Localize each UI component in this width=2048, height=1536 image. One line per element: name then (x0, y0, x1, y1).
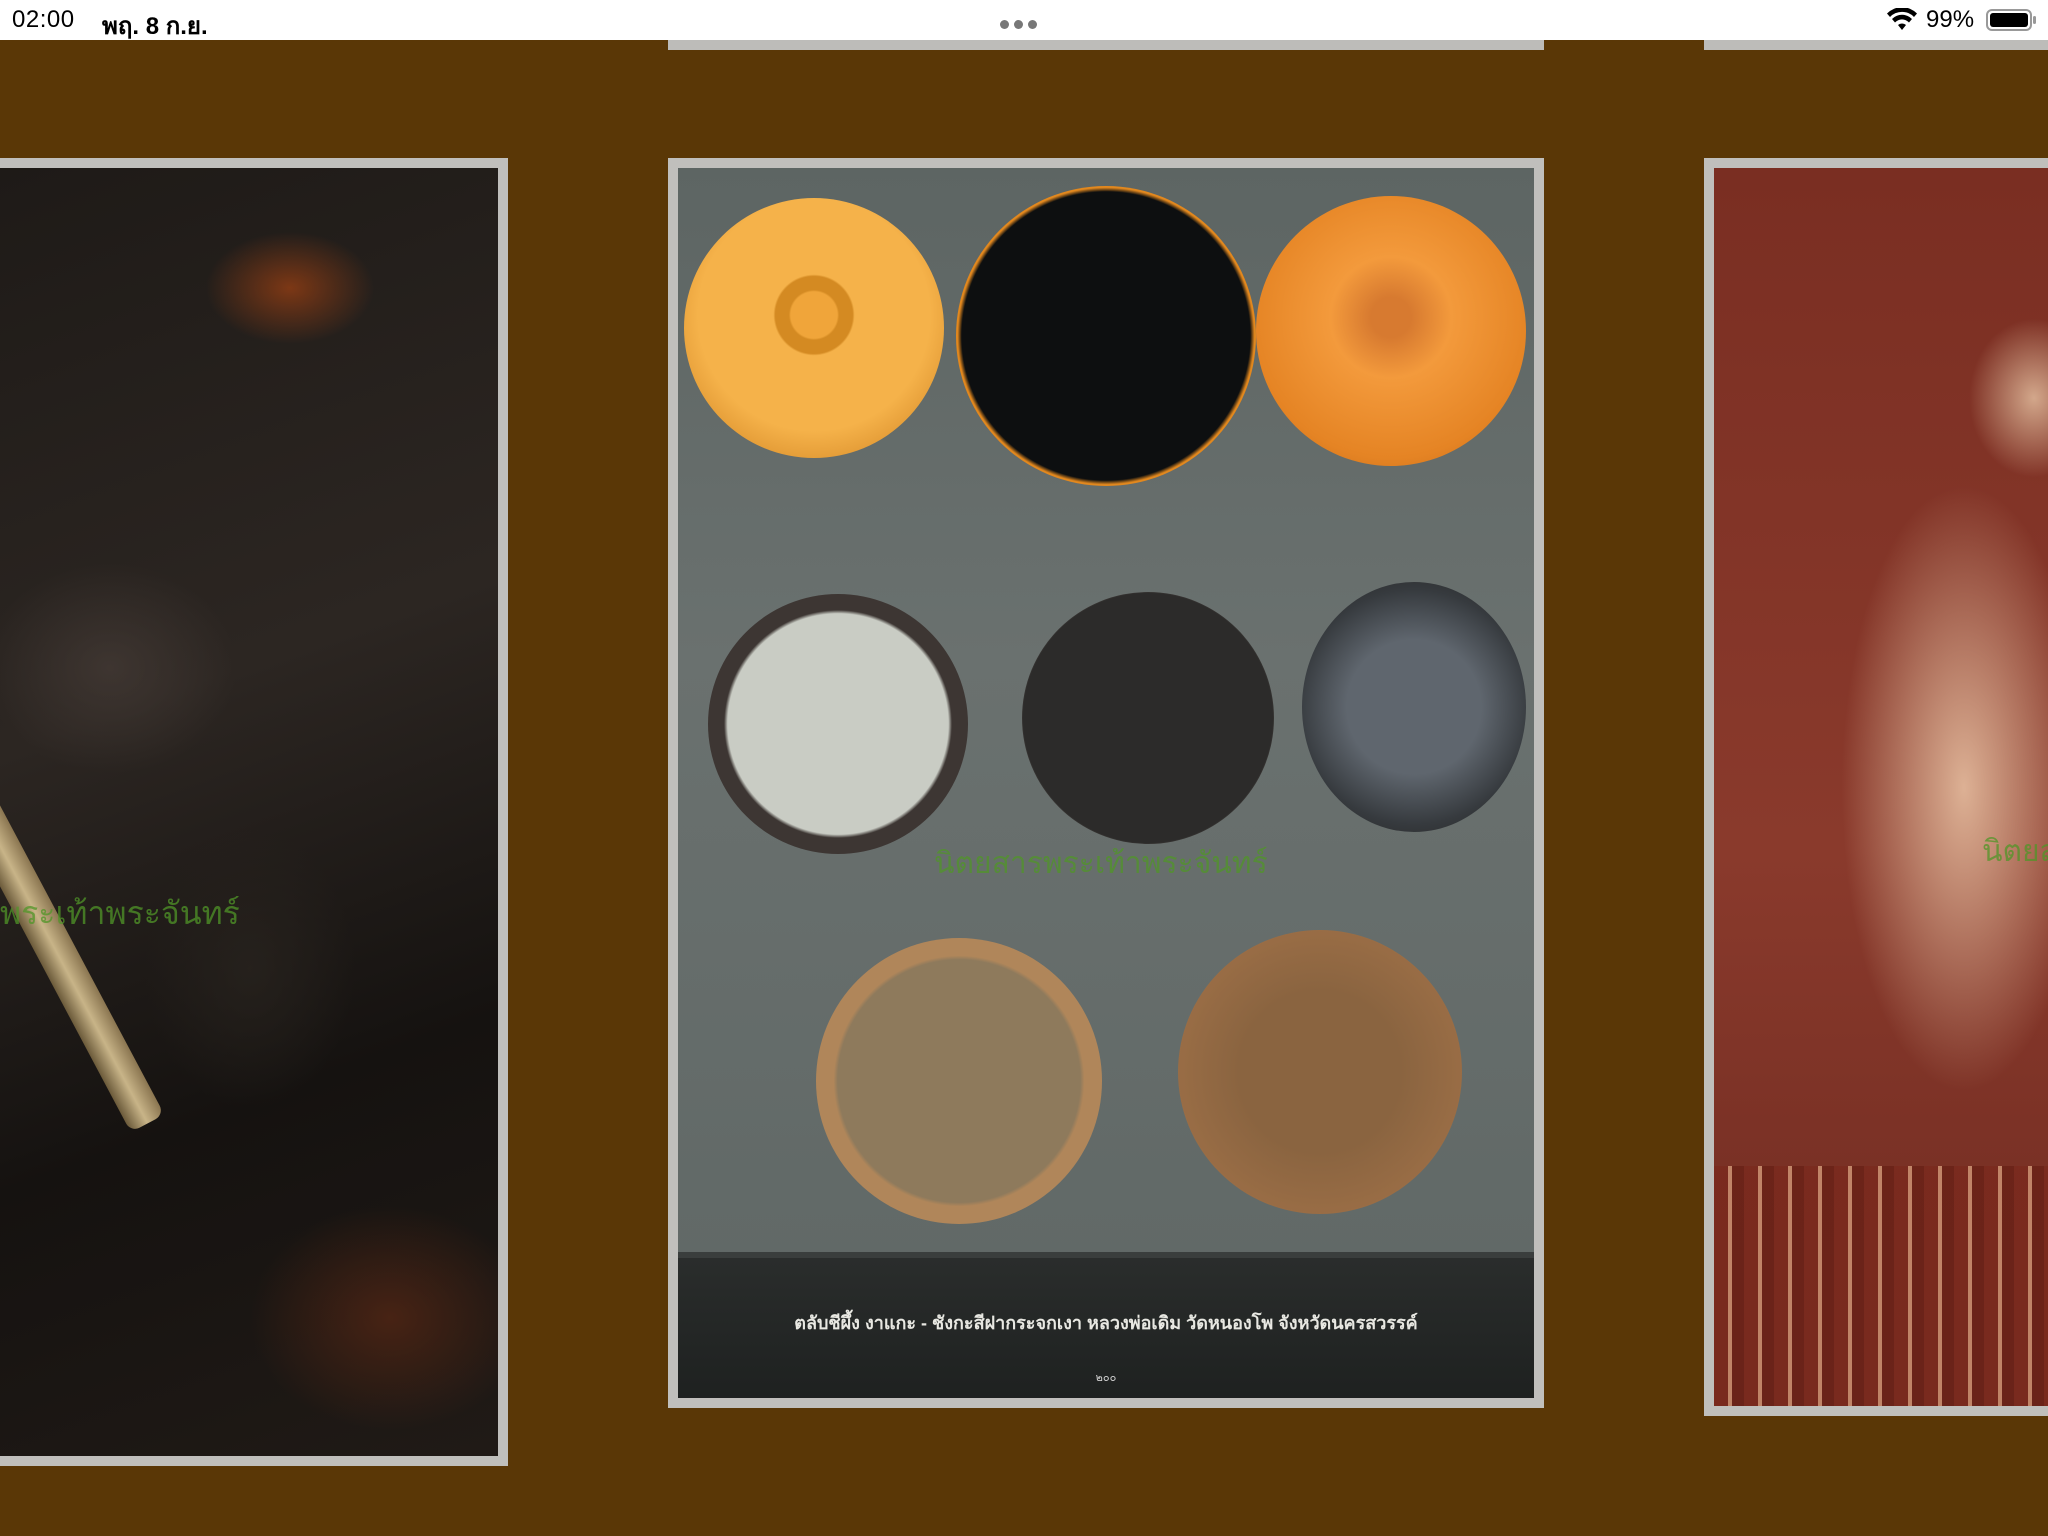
photo-carpet (1714, 1166, 2048, 1406)
amulet-mirror-lid (708, 594, 968, 854)
slide-photo: นิตยสารพระเท้าพระจันทร์ ตลับชีผึ้ง งาแกะ… (678, 168, 1534, 1398)
amulet-box-base (1256, 196, 1526, 466)
status-bar: 02:00 พฤ. 8 ก.ย. 99% (0, 0, 2048, 40)
amulet-metal-lid (1022, 592, 1274, 844)
amulet-box-lid (684, 198, 944, 458)
image-gallery[interactable]: พระเท้าพระจันทร์ นิตยสารพระเท้าพระจันทร์… (0, 40, 2048, 1536)
gallery-slide-current[interactable]: นิตยสารพระเท้าพระจันทร์ ตลับชีผึ้ง งาแกะ… (668, 158, 1544, 1408)
battery-percent: 99% (1926, 6, 1975, 33)
watermark: นิตยส (1982, 835, 2048, 868)
amulet-copper-lid (1178, 930, 1462, 1214)
battery-icon (1986, 9, 2036, 31)
gallery-slide-previous[interactable]: พระเท้าพระจันทร์ (0, 158, 508, 1466)
watermark: นิตยสารพระเท้าพระจันทร์ (934, 847, 1268, 880)
multitasking-dots-icon[interactable] (1000, 20, 1037, 29)
caption-strip: ตลับชีผึ้ง งาแกะ - ชังกะสีฝากระจกเงา หลว… (678, 1252, 1534, 1398)
gallery-slide-next[interactable]: นิตยส (1704, 158, 2048, 1416)
slide-top-edge (668, 40, 1544, 50)
amulet-box-open (956, 186, 1256, 486)
amulet-worn-lid (1302, 582, 1526, 832)
page-number: ๒๐๐ (1095, 1372, 1117, 1384)
slide-top-edge (1704, 40, 2048, 50)
slide-photo: นิตยส (1714, 168, 2048, 1406)
wifi-icon (1887, 8, 1917, 30)
status-time: 02:00 (12, 6, 75, 33)
image-caption: ตลับชีผึ้ง งาแกะ - ชังกะสีฝากระจกเงา หลว… (794, 1313, 1418, 1333)
amulet-brass-lid (816, 938, 1102, 1224)
watermark: พระเท้าพระจันทร์ (0, 895, 240, 931)
slide-photo: พระเท้าพระจันทร์ (0, 168, 498, 1456)
